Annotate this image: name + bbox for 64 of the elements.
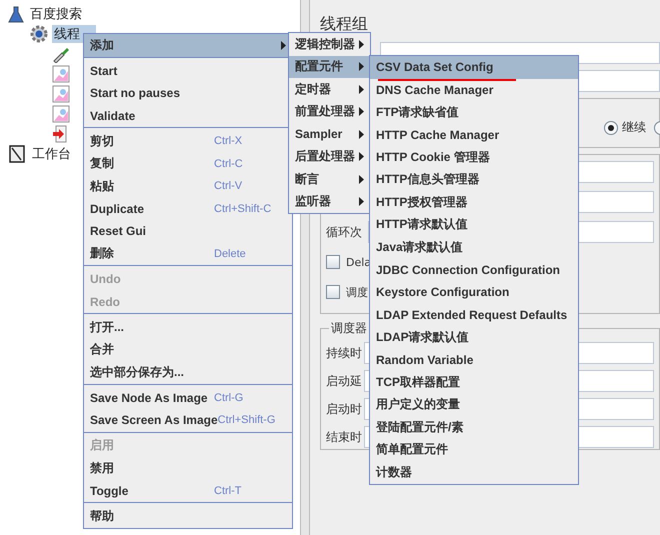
gear-icon [30, 25, 48, 43]
radio-button[interactable] [604, 120, 618, 134]
menu-item[interactable]: 断言 [289, 168, 370, 190]
radio-label: 继续 [622, 119, 646, 136]
menu-item[interactable]: HTTP Cookie 管理器 [370, 146, 578, 168]
menu-item[interactable]: Validate [84, 104, 292, 127]
menu-item[interactable]: 删除 Delete [84, 242, 292, 265]
menu-item[interactable]: LDAP Extended Request Defaults [370, 304, 578, 326]
menu-item[interactable]: Toggle Ctrl-T [84, 480, 292, 502]
menu-item[interactable]: FTP请求缺省值 [370, 101, 578, 124]
tree-node[interactable]: 百度搜索 [28, 5, 98, 23]
menu-item[interactable]: HTTP Cache Manager [370, 124, 578, 146]
menu-item[interactable]: 定时器 [289, 78, 370, 100]
field-label: 结束时 [326, 428, 362, 446]
menu-item[interactable]: 前置处理器 [289, 100, 370, 123]
loop-count-label: 循环次 [326, 224, 362, 240]
notebook-icon [8, 145, 26, 163]
menu-item[interactable]: Duplicate Ctrl+Shift-C [84, 198, 292, 220]
menu-item[interactable]: 帮助 [84, 505, 292, 528]
menu-item[interactable]: DNS Cache Manager [370, 78, 578, 101]
menu-item[interactable]: 粘贴 Ctrl-V [84, 175, 292, 198]
menu-item[interactable]: 监听器 [289, 190, 370, 213]
tree-node[interactable]: 工作台 [30, 145, 87, 163]
checkbox-label: 调度 [346, 284, 368, 300]
menu-item[interactable]: 配置元件 [289, 56, 370, 78]
menu-item[interactable]: Sampler [289, 123, 370, 146]
graph-icon [52, 85, 70, 103]
menu-item[interactable]: 打开... [84, 316, 292, 338]
menu-item[interactable]: CSV Data Set Config [370, 56, 578, 78]
menu-item[interactable]: HTTP请求默认值 [370, 214, 578, 236]
menu-item[interactable]: 合并 [84, 338, 292, 361]
panel-title: 线程组 [320, 14, 369, 35]
menu-item[interactable]: Save Node As Image Ctrl-G [84, 386, 292, 409]
menu-item[interactable]: 简单配置元件 [370, 438, 578, 461]
graph-icon [52, 65, 70, 83]
menu-item[interactable]: 登陆配置元件/素 [370, 416, 578, 438]
menu-item[interactable]: 计数器 [370, 461, 578, 484]
menu-item[interactable]: 选中部分保存为... [84, 361, 292, 384]
checkbox[interactable] [326, 285, 340, 299]
pipette-icon [52, 45, 70, 63]
menu-item[interactable]: 禁用 [84, 457, 292, 480]
menu-item[interactable]: 逻辑控制器 [289, 33, 370, 56]
graph-icon [52, 105, 70, 123]
menu-item[interactable]: 用户定义的变量 [370, 394, 578, 416]
menu-item[interactable]: Reset Gui [84, 220, 292, 242]
menu-item[interactable]: TCP取样器配置 [370, 371, 578, 394]
menu-item[interactable]: 复制 Ctrl-C [84, 152, 292, 175]
menu-item[interactable]: JDBC Connection Configuration [370, 258, 578, 281]
menu-item[interactable]: Random Variable [370, 348, 578, 371]
menu-item[interactable]: 后置处理器 [289, 146, 370, 168]
menu-item[interactable]: Start [84, 60, 292, 82]
menu-item[interactable]: LDAP请求默认值 [370, 326, 578, 348]
flask-icon [8, 6, 24, 22]
field-label: 启动延 [326, 372, 362, 390]
menu-item[interactable]: Keystore Configuration [370, 281, 578, 304]
menu-item[interactable]: Save Screen As ImageCtrl+Shift-G [84, 409, 292, 432]
menu-item[interactable]: 剪切 Ctrl-X [84, 130, 292, 152]
menu-item[interactable]: Java请求默认值 [370, 236, 578, 258]
field-label: 启动时 [326, 400, 362, 418]
menu-item[interactable]: HTTP授权管理器 [370, 191, 578, 214]
checkbox[interactable] [326, 255, 340, 269]
field-label: 持续时 [326, 344, 362, 362]
menu-item[interactable]: Start no pauses [84, 82, 292, 104]
menu-item[interactable]: HTTP信息头管理器 [370, 168, 578, 191]
